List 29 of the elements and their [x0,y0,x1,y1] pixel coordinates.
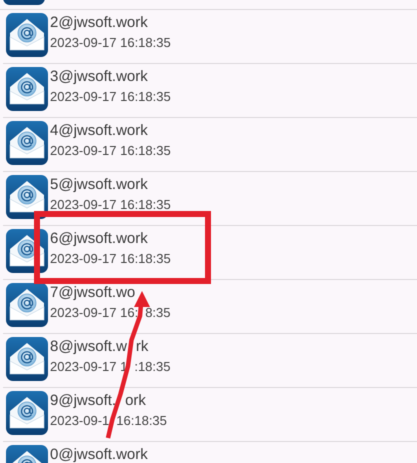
email-date: 2023-09-17 16: [50,304,138,322]
email-address: 3@jwsoft.work [50,68,148,85]
email-date: 8:35 [145,304,170,322]
mail-icon [6,337,48,381]
mail-icon [6,13,48,57]
email-date: 2023-09-17 16:18:35 [50,142,171,160]
email-address: rk [136,338,148,355]
email-address: 4@jwsoft.work [50,122,148,139]
email-date: 2023-09-17 16:18:35 [50,34,171,52]
email-date: 2023-09-17 16:18:35 [50,196,171,214]
mail-icon [6,67,48,111]
email-address: 8@jwsoft.w [50,338,127,355]
mail-icon [6,121,48,165]
email-date: 2023-09-17 16:18:35 [50,250,171,268]
email-address: 7@jwsoft.wo [50,284,136,301]
email-address: 9@jwsoft. [50,392,116,409]
email-address: 2@jwsoft.work [50,14,148,31]
email-address: 6@jwsoft.work [50,230,148,247]
mail-icon [6,175,48,219]
mail-icon [6,391,48,435]
email-date: 2023-09-17 16:18:35 [50,88,171,106]
email-address: ork [125,392,146,409]
email-address: 5@jwsoft.work [50,176,148,193]
email-date: :18:35 [134,358,170,376]
mail-icon [6,283,48,327]
email-date: 16:18:35 [116,412,167,430]
email-address: 0@jwsoft.work [50,446,148,463]
mail-icon [3,0,45,5]
email-date: 2023-09-1 [50,412,110,430]
